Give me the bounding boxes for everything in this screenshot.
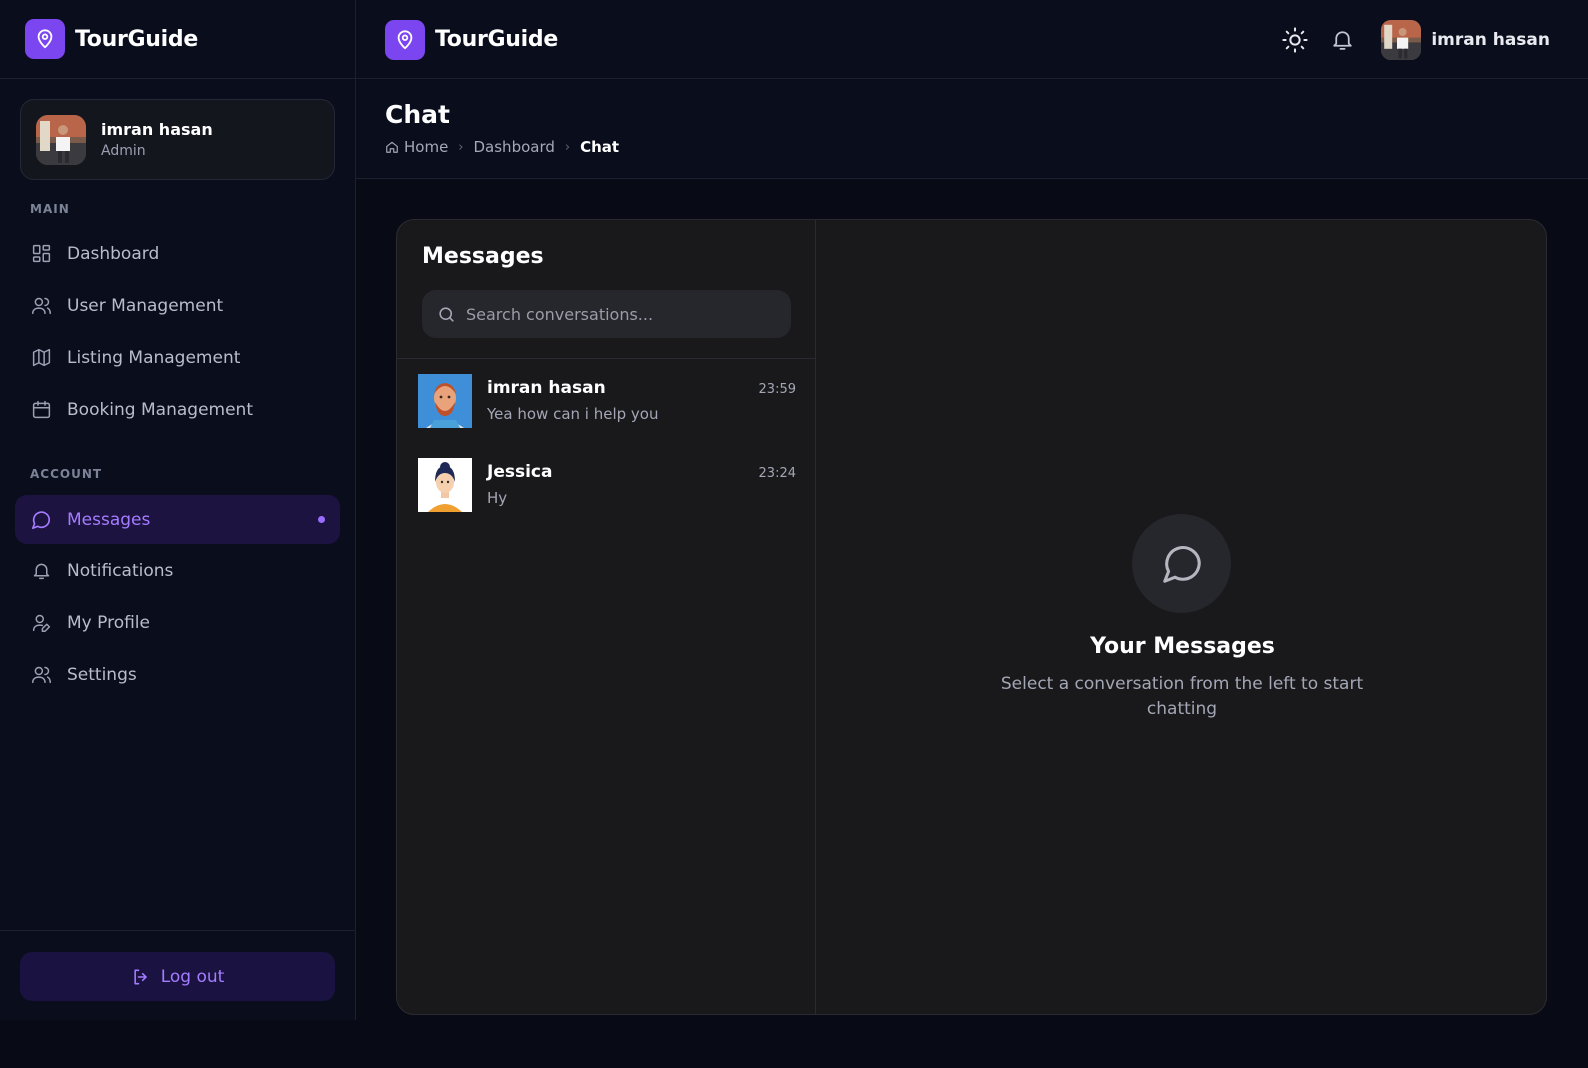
user-role: Admin [101, 143, 146, 159]
conversation-last-message: Hy [487, 489, 508, 507]
sidebar-item-label: User Management [67, 295, 224, 316]
empty-chat-state: Your Messages Select a conversation from… [817, 220, 1546, 1014]
chevron-right-icon: › [564, 139, 571, 155]
user-card[interactable]: imran hasan Admin [20, 99, 335, 180]
grid-icon [30, 243, 52, 265]
header-user-name: imran hasan [1431, 29, 1550, 50]
sidebar-item-dashboard[interactable]: Dashboard [15, 229, 340, 278]
brand-name: TourGuide [75, 26, 198, 52]
map-icon [30, 347, 52, 369]
search-input[interactable] [466, 304, 766, 324]
chevron-right-icon: › [458, 139, 464, 155]
logout-label: Log out [160, 966, 225, 987]
sidebar-item-label: Listing Management [67, 347, 241, 368]
sidebar-item-label: Settings [67, 664, 137, 685]
top-bar: TourGuide imran hasan [356, 0, 1588, 79]
conversation-time: 23:24 [758, 466, 796, 481]
log-out-icon [131, 967, 151, 987]
conversation-item[interactable]: Jessica Hy 23:24 [418, 458, 796, 514]
messages-title: Messages [422, 244, 544, 269]
breadcrumb-home[interactable]: Home [404, 138, 448, 156]
breadcrumb: Home › Dashboard › Chat [385, 138, 619, 156]
bell-icon [1330, 27, 1355, 52]
home-icon [385, 140, 399, 154]
search-box[interactable] [422, 290, 791, 338]
sun-icon [1281, 26, 1309, 54]
sidebar-item-label: Booking Management [67, 399, 253, 420]
message-circle-icon [30, 509, 52, 531]
empty-state-subtitle: Select a conversation from the left to s… [1000, 674, 1364, 719]
theme-toggle-button[interactable] [1279, 24, 1311, 56]
section-label-account: ACCOUNT [30, 467, 103, 481]
conversation-name: Jessica [487, 462, 553, 482]
sidebar-item-label: Notifications [67, 560, 174, 581]
page-title: Chat [385, 100, 450, 129]
users-icon [30, 295, 52, 317]
avatar [418, 374, 472, 428]
breadcrumb-dashboard[interactable]: Dashboard [474, 138, 555, 156]
map-pin-icon [25, 19, 65, 59]
sidebar-item-notifications[interactable]: Notifications [15, 546, 340, 595]
sidebar-item-settings[interactable]: Settings [15, 650, 340, 699]
sidebar: TourGuide imran hasan Admin MAIN Dashboa… [0, 0, 356, 1020]
bell-icon [30, 560, 52, 582]
unread-dot [318, 516, 325, 523]
conversation-last-message: Yea how can i help you [487, 405, 659, 423]
section-label-main: MAIN [30, 202, 70, 216]
breadcrumb-current: Chat [580, 138, 620, 156]
page-header: Chat Home › Dashboard › Chat [356, 80, 1588, 179]
sidebar-item-booking-management[interactable]: Booking Management [15, 385, 340, 434]
sidebar-item-label: My Profile [67, 612, 150, 633]
sidebar-footer: Log out [0, 930, 355, 1020]
conversation-time: 23:59 [758, 382, 796, 397]
header-brand[interactable]: TourGuide [385, 0, 558, 79]
calendar-icon [30, 399, 52, 421]
sidebar-item-my-profile[interactable]: My Profile [15, 598, 340, 647]
user-name: imran hasan [101, 120, 213, 139]
conversation-name: imran hasan [487, 378, 606, 398]
notifications-button[interactable] [1326, 24, 1358, 56]
search-icon [437, 305, 456, 324]
conversation-list: Messages im [397, 220, 816, 1014]
sidebar-item-label: Dashboard [67, 243, 160, 264]
empty-state-title: Your Messages [1090, 634, 1275, 659]
chat-panel: Messages im [396, 219, 1547, 1015]
logout-button[interactable]: Log out [20, 952, 335, 1001]
user-pen-icon [30, 612, 52, 634]
conversation-item[interactable]: imran hasan Yea how can i help you 23:59 [418, 374, 796, 430]
sidebar-brand[interactable]: TourGuide [0, 0, 355, 79]
message-circle-icon [1132, 514, 1231, 613]
map-pin-icon [385, 19, 425, 60]
sidebar-item-messages[interactable]: Messages [15, 495, 340, 544]
brand-name: TourGuide [435, 27, 558, 52]
sidebar-item-label: Messages [67, 509, 151, 530]
avatar [1381, 19, 1422, 60]
users-icon [30, 664, 52, 686]
avatar [418, 458, 472, 512]
avatar [36, 114, 86, 165]
sidebar-item-listing-management[interactable]: Listing Management [15, 333, 340, 382]
sidebar-item-user-management[interactable]: User Management [15, 281, 340, 330]
header-user-menu[interactable]: imran hasan [1381, 19, 1550, 60]
